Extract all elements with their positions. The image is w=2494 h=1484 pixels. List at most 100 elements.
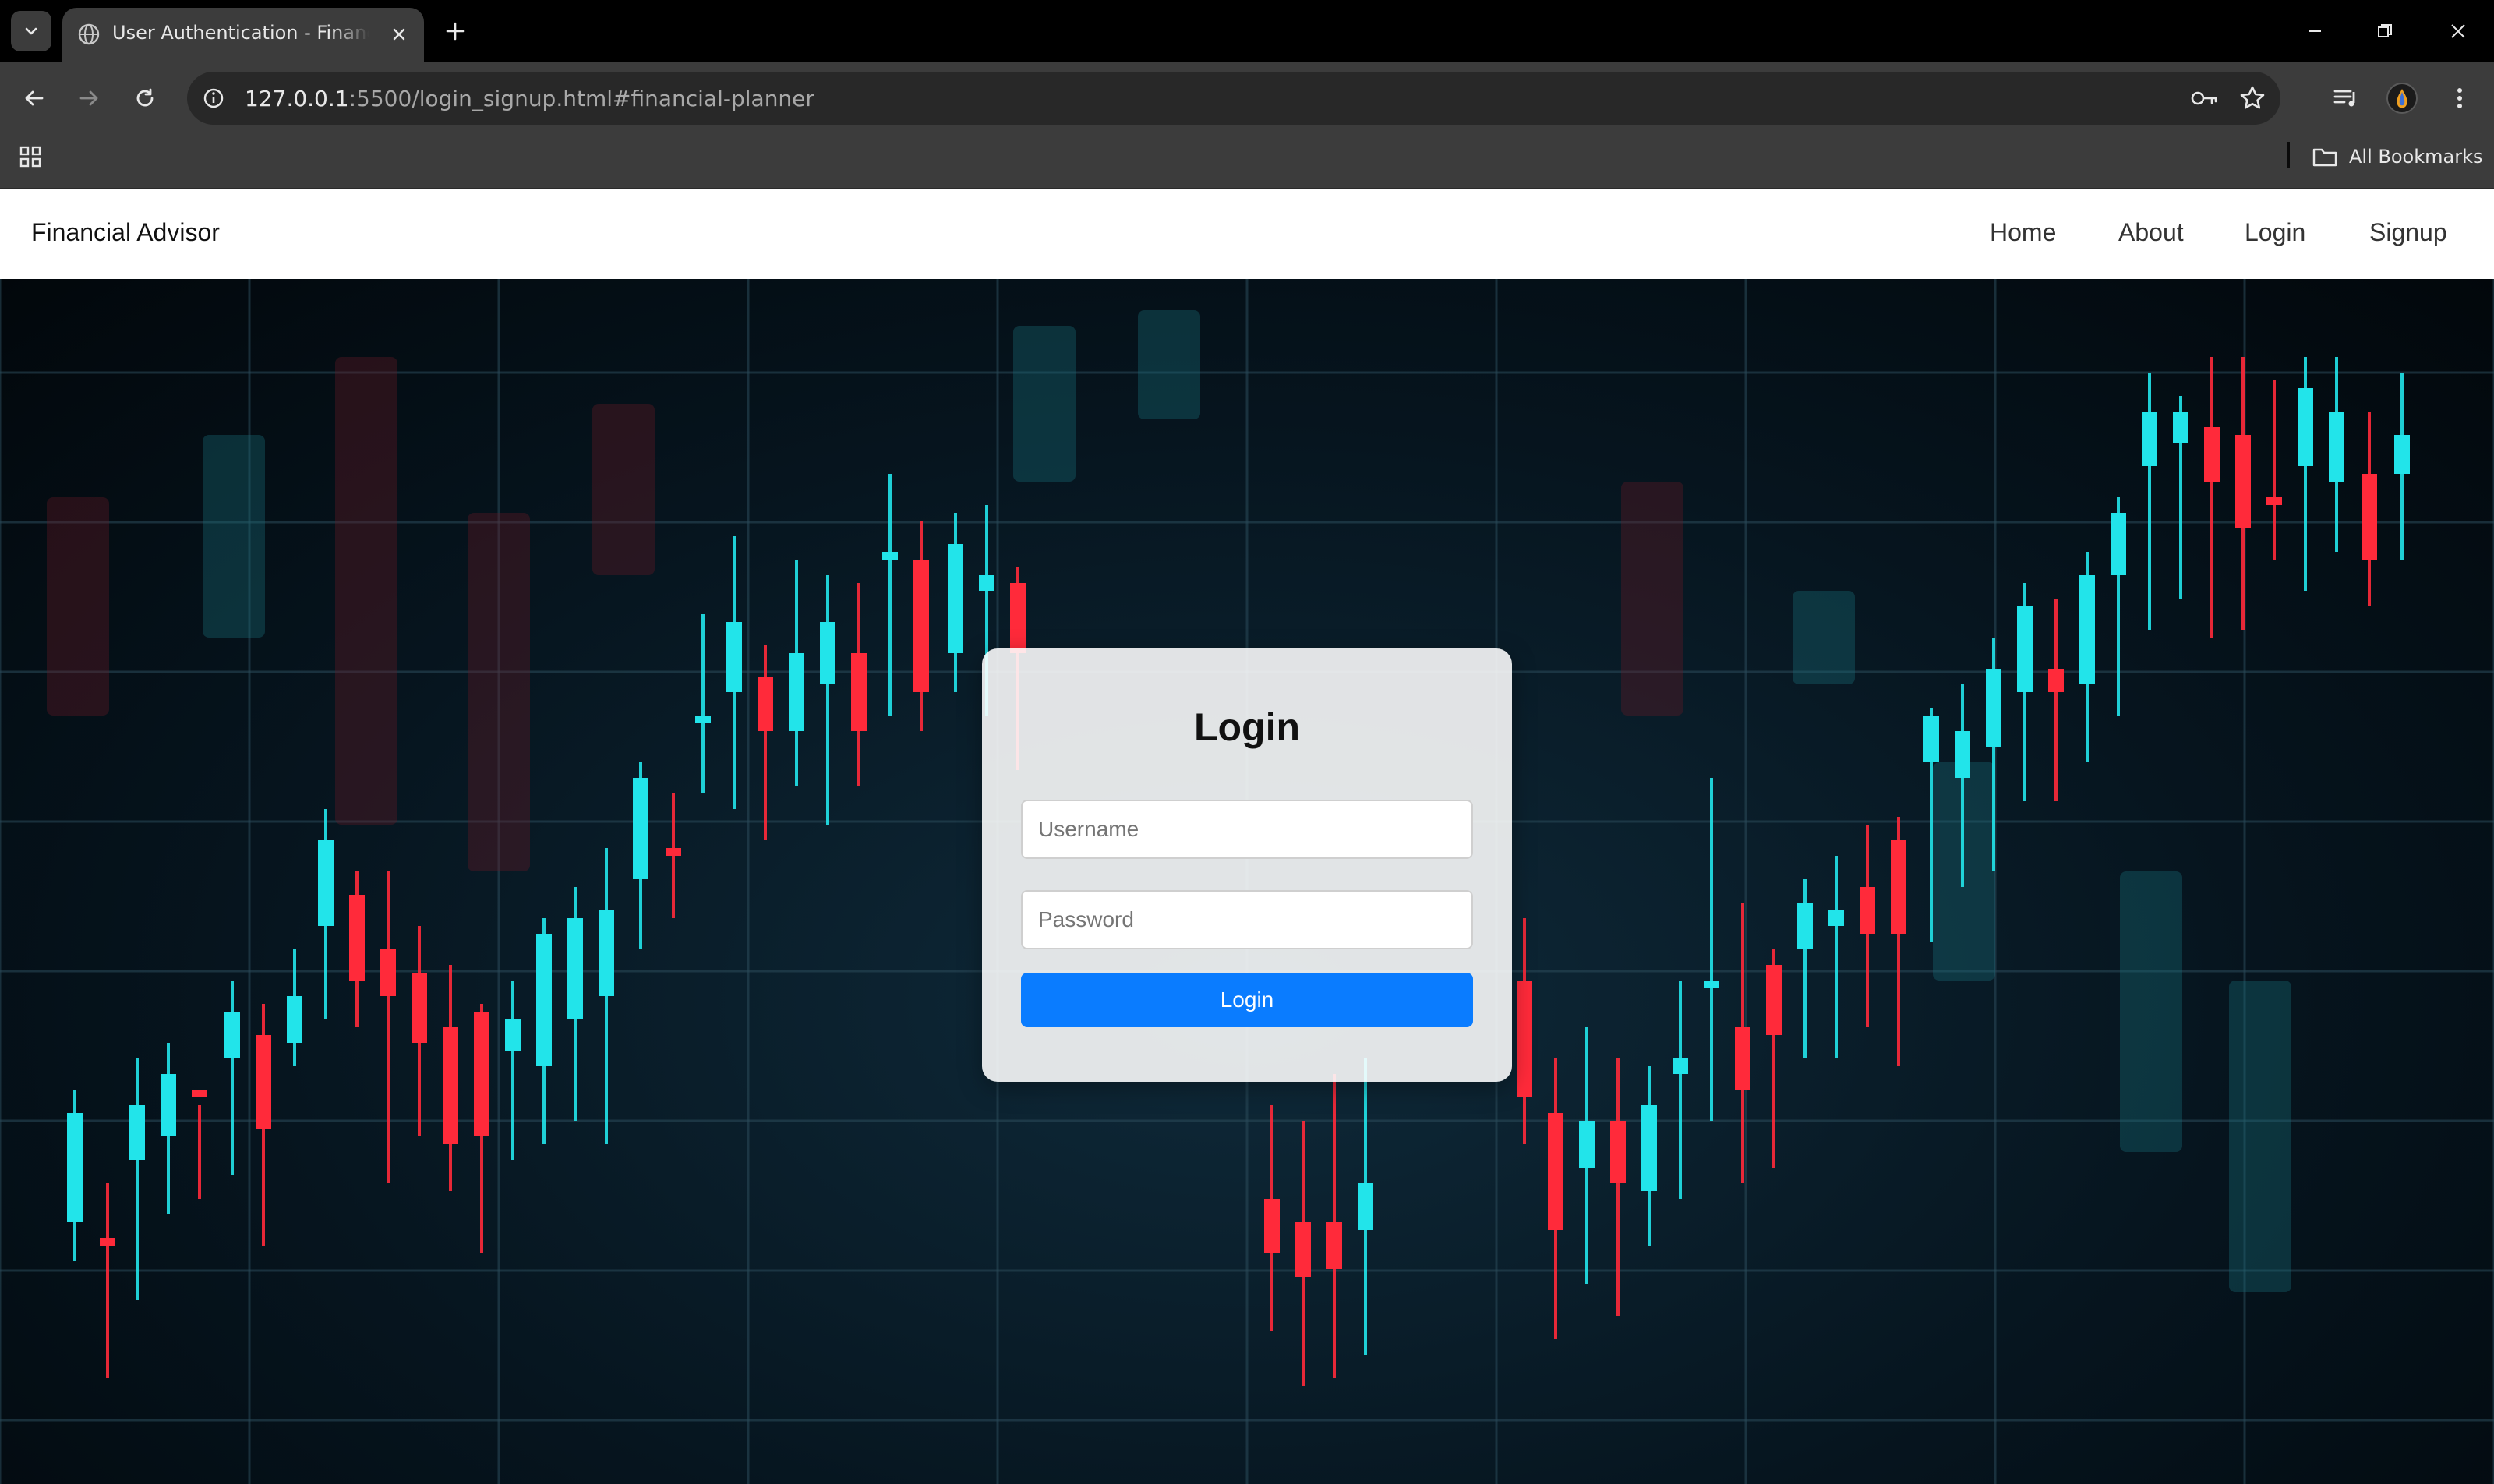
restore-window-button[interactable] <box>2362 12 2408 50</box>
nav-link-login[interactable]: Login <box>2245 218 2305 247</box>
background-candle-body <box>567 918 583 1019</box>
tab-search-button[interactable] <box>11 11 51 51</box>
reload-icon <box>136 88 154 107</box>
minimize-window-button[interactable] <box>2291 12 2338 50</box>
password-input[interactable] <box>1021 890 1473 949</box>
login-card: Login Login <box>982 648 1512 1082</box>
background-candle-body <box>1986 669 2001 747</box>
background-candle-body <box>1955 731 1970 778</box>
background-candle <box>2120 871 2182 1152</box>
background-candle-body <box>192 1090 207 1097</box>
arrow-right-icon <box>79 90 98 106</box>
background-candle <box>203 435 265 638</box>
new-tab-button[interactable] <box>438 14 472 48</box>
background-candle-body <box>2204 427 2220 482</box>
background-candle <box>468 513 530 871</box>
background-candle <box>1621 482 1683 716</box>
background-candle-body <box>948 544 963 653</box>
background-candle-body <box>474 1012 489 1136</box>
forward-button[interactable] <box>69 78 109 118</box>
background-candle-body <box>913 560 929 692</box>
background-candle-body <box>1579 1121 1595 1168</box>
nav-link-about[interactable]: About <box>2118 218 2184 247</box>
url-text[interactable]: 127.0.0.1:5500/login_signup.html#financi… <box>245 86 814 111</box>
background-candle <box>592 404 655 575</box>
background-candle-body <box>2235 435 2251 528</box>
close-tab-button[interactable] <box>387 22 412 47</box>
media-controls-button[interactable] <box>2326 78 2366 118</box>
background-candle-body <box>1797 903 1813 949</box>
site-brand[interactable]: Financial Advisor <box>31 218 220 247</box>
background-candle-body <box>349 895 365 980</box>
background-candle-body <box>224 1012 240 1058</box>
background-candle-body <box>1828 910 1844 926</box>
background-candle-body <box>633 778 648 879</box>
background-candle <box>335 357 397 825</box>
background-candle-body <box>1891 840 1906 934</box>
username-input[interactable] <box>1021 800 1473 859</box>
profile-avatar[interactable] <box>2386 83 2418 114</box>
background-candle-body <box>2362 474 2377 560</box>
background-candle-body <box>2079 575 2095 684</box>
chrome-menu-button[interactable] <box>2439 78 2480 118</box>
login-button[interactable]: Login <box>1021 973 1473 1027</box>
background-candle <box>47 497 109 716</box>
reload-button[interactable] <box>125 78 165 118</box>
background-candle-body <box>726 622 742 692</box>
background-candle-body <box>1766 965 1782 1035</box>
background-candle-body <box>256 1035 271 1129</box>
site-navbar: Financial Advisor Home About Login Signu… <box>0 189 2494 279</box>
restore-icon <box>2378 24 2392 37</box>
background-candle-body <box>695 716 711 723</box>
nav-link-signup[interactable]: Signup <box>2369 218 2447 247</box>
all-bookmarks-button[interactable]: All Bookmarks <box>2312 140 2482 173</box>
background-candle-body <box>129 1105 145 1160</box>
background-candle <box>1138 310 1200 419</box>
back-button[interactable] <box>14 78 55 118</box>
star-icon <box>2240 86 2265 109</box>
background-candle-body <box>161 1074 176 1136</box>
browser-tab-active[interactable]: User Authentication - Financial Advisor <box>62 8 424 62</box>
background-candle-body <box>536 934 552 1066</box>
playlist-icon <box>2333 90 2355 107</box>
background-candle-body <box>2394 435 2410 474</box>
background-candle-body <box>287 996 302 1043</box>
background-candle-body <box>1010 583 1026 653</box>
background-candle <box>1793 591 1855 684</box>
site-info-button[interactable] <box>200 84 228 112</box>
background-candle-body <box>1673 1058 1688 1074</box>
hero-background-image: Login Login <box>0 279 2494 1484</box>
background-candle-body <box>2298 388 2313 466</box>
background-candle <box>2229 980 2291 1292</box>
background-candle-body <box>380 949 396 996</box>
apps-grid-icon <box>19 146 41 168</box>
background-candle-body <box>1326 1222 1342 1269</box>
login-heading: Login <box>1193 705 1301 749</box>
bookmarks-bar <box>0 132 2494 189</box>
nav-link-home[interactable]: Home <box>1990 218 2056 247</box>
background-candle-body <box>820 622 835 684</box>
background-candle-body <box>882 552 898 560</box>
background-candle-body <box>2017 606 2033 692</box>
background-candle-body <box>100 1238 115 1246</box>
close-window-button[interactable] <box>2435 12 2482 50</box>
address-bar[interactable]: 127.0.0.1:5500/login_signup.html#financi… <box>187 72 2280 125</box>
all-bookmarks-label: All Bookmarks <box>2349 146 2483 168</box>
apps-button[interactable] <box>14 140 47 173</box>
background-candle-body <box>1358 1183 1373 1230</box>
background-candle-body <box>1923 716 1939 762</box>
background-candle-body <box>318 840 334 926</box>
background-candle-body <box>2173 412 2188 443</box>
close-icon <box>393 28 405 41</box>
web-page: Financial Advisor Home About Login Signu… <box>0 189 2494 1484</box>
background-candle-body <box>2329 412 2344 482</box>
background-candle-body <box>2266 497 2282 505</box>
background-candle-body <box>851 653 867 731</box>
url-host: 127.0.0.1 <box>245 86 349 111</box>
background-candle-body <box>789 653 804 731</box>
background-candle-body <box>505 1019 521 1051</box>
background-candle-body <box>1264 1199 1280 1253</box>
password-manager-button[interactable] <box>2187 81 2221 115</box>
folder-icon <box>2312 148 2337 167</box>
bookmark-star-button[interactable] <box>2235 81 2270 115</box>
